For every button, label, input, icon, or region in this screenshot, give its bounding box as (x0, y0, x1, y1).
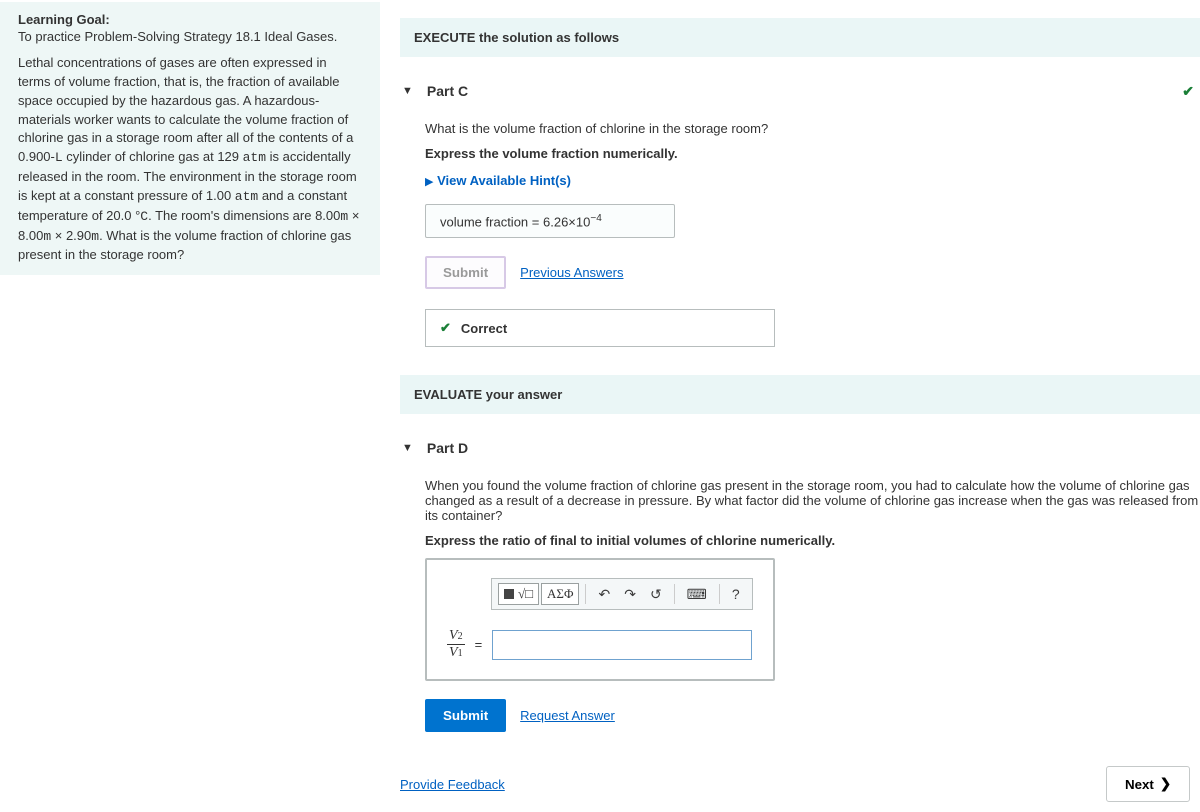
evaluate-header: EVALUATE your answer (400, 375, 1200, 414)
footer: Provide Feedback Next ❯ (400, 742, 1200, 812)
answer-display-box: volume fraction = 6.26×10−4 (425, 204, 675, 238)
main-content: EXECUTE the solution as follows ▼ Part C… (382, 0, 1200, 812)
caret-down-icon: ▼ (402, 85, 413, 97)
keyboard-icon[interactable]: ⌨ (681, 583, 713, 606)
learning-goal-subtitle: To practice Problem-Solving Strategy 18.… (18, 29, 362, 44)
answer-input[interactable] (492, 630, 752, 660)
learning-goal-panel: Learning Goal: To practice Problem-Solvi… (0, 2, 380, 275)
templates-button[interactable]: √□ (498, 583, 539, 605)
part-c-body: What is the volume fraction of chlorine … (400, 107, 1200, 357)
undo-icon[interactable]: ↶ (592, 583, 616, 606)
check-icon: ✔ (440, 320, 451, 336)
part-d-question: When you found the volume fraction of ch… (425, 478, 1200, 523)
reset-icon[interactable]: ↺ (644, 583, 668, 606)
part-c-header[interactable]: ▼ Part C ✔ (400, 75, 1200, 107)
chevron-right-icon: ❯ (1160, 776, 1171, 792)
answer-value: 6.26×10 (543, 214, 590, 229)
part-d-body: When you found the volume fraction of ch… (400, 464, 1200, 742)
provide-feedback-link[interactable]: Provide Feedback (400, 777, 505, 792)
equation-toolbar: √□ ΑΣΦ ↶ ↷ ↺ ⌨ ? (491, 578, 753, 610)
part-d-instruction: Express the ratio of final to initial vo… (425, 533, 1200, 548)
previous-answers-link[interactable]: Previous Answers (520, 265, 623, 280)
check-icon: ✔ (1182, 83, 1194, 100)
redo-icon[interactable]: ↷ (618, 583, 642, 606)
learning-goal-title: Learning Goal: (18, 12, 362, 27)
submit-button: Submit (425, 256, 506, 289)
part-c-question: What is the volume fraction of chlorine … (425, 121, 1200, 136)
part-d-header[interactable]: ▼ Part D (400, 432, 1200, 464)
answer-exponent: −4 (590, 213, 601, 224)
part-c-instruction: Express the volume fraction numerically. (425, 146, 1200, 161)
next-button[interactable]: Next ❯ (1106, 766, 1190, 802)
problem-statement: Lethal concentrations of gases are often… (18, 54, 362, 265)
view-hints-link[interactable]: View Available Hint(s) (437, 173, 571, 188)
request-answer-link[interactable]: Request Answer (520, 708, 615, 723)
answer-input-panel: √□ ΑΣΦ ↶ ↷ ↺ ⌨ ? V2 V1 (425, 558, 775, 681)
feedback-box: ✔ Correct (425, 309, 775, 347)
part-c-label: Part C (427, 83, 468, 99)
view-hints[interactable]: ▶ View Available Hint(s) (425, 173, 1200, 188)
feedback-text: Correct (461, 321, 507, 336)
part-d-label: Part D (427, 440, 468, 456)
execute-header: EXECUTE the solution as follows (400, 18, 1200, 57)
submit-button[interactable]: Submit (425, 699, 506, 732)
equals-sign: = (475, 637, 483, 652)
ratio-lhs: V2 V1 (447, 628, 465, 661)
answer-prefix: volume fraction (440, 214, 528, 229)
help-icon[interactable]: ? (726, 583, 746, 605)
greek-button[interactable]: ΑΣΦ (541, 583, 579, 605)
caret-down-icon: ▼ (402, 442, 413, 454)
